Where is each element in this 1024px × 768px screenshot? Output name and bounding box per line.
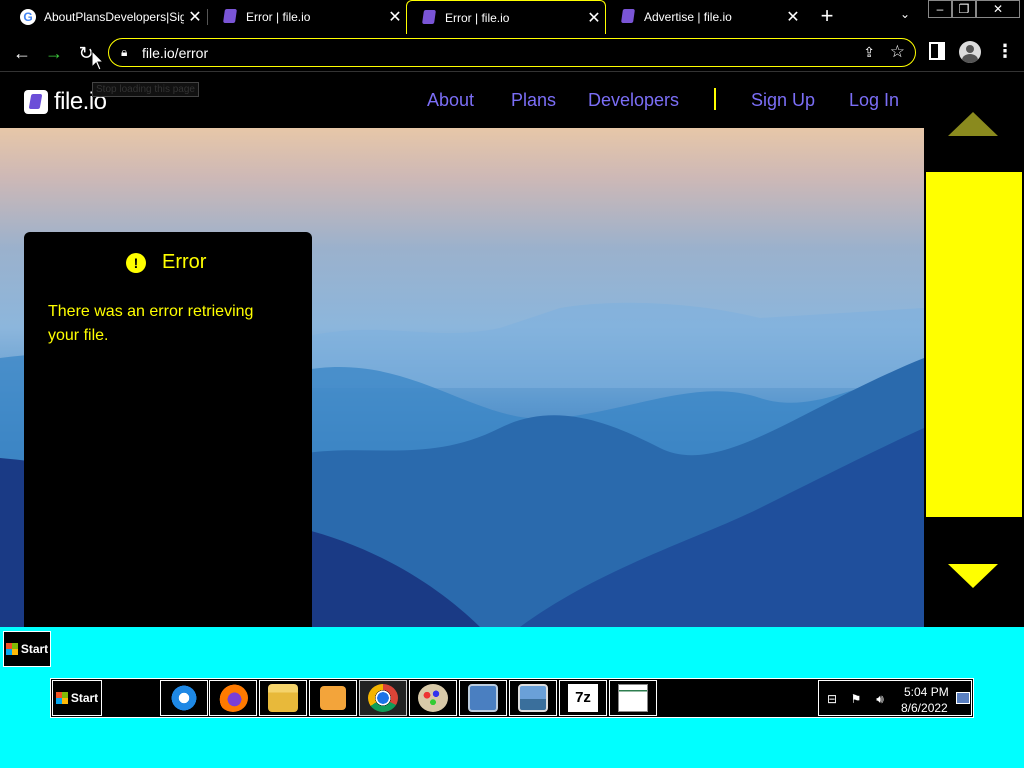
nav-divider xyxy=(714,88,716,110)
tab-title: Error | file.io xyxy=(445,10,510,25)
mountain-background: ! Error There was an error retrieving yo… xyxy=(0,128,924,627)
profile-avatar-icon[interactable] xyxy=(959,41,981,63)
media-player-icon[interactable] xyxy=(309,680,357,716)
bookmark-star-icon[interactable]: ☆ xyxy=(890,42,905,62)
tab-title: AboutPlansDevelopers|Sign xyxy=(44,10,184,24)
scroll-up-arrow-icon[interactable] xyxy=(948,112,998,136)
ie-icon[interactable] xyxy=(160,680,208,716)
reload-tooltip: Stop loading this page xyxy=(92,82,199,97)
system-tray: ⊟ ⚑ 🔊︎ 5:04 PM 8/6/2022 xyxy=(818,680,972,716)
fileio-icon xyxy=(222,9,238,25)
chrome-icon[interactable] xyxy=(359,680,407,716)
file-explorer-icon[interactable] xyxy=(259,680,307,716)
browser-toolbar: ← → ↻ 🔒︎ file.io/error ⇪ ☆ xyxy=(0,34,1024,72)
fileio-icon xyxy=(620,9,636,25)
start-label: Start xyxy=(70,691,99,705)
tab-error-1[interactable]: Error | file.io ✕ xyxy=(208,0,406,34)
forward-button[interactable]: → xyxy=(41,40,67,66)
tab-strip: G AboutPlansDevelopers|Sign ✕ Error | fi… xyxy=(0,0,1024,34)
start-button[interactable]: Start xyxy=(52,680,102,716)
tab-title: Error | file.io xyxy=(246,10,311,24)
back-button[interactable]: ← xyxy=(9,40,35,66)
notepad-icon[interactable] xyxy=(609,680,657,716)
tab-aboutplans[interactable]: G AboutPlansDevelopers|Sign ✕ xyxy=(6,0,206,34)
error-message: There was an error retrieving your file. xyxy=(48,303,254,344)
close-window-button[interactable]: ✕ xyxy=(976,0,1020,18)
site-header: file.io About Plans Developers Sign Up L… xyxy=(0,72,924,128)
browser-window: G AboutPlansDevelopers|Sign ✕ Error | fi… xyxy=(0,0,1024,627)
nav-about[interactable]: About xyxy=(427,90,474,111)
tab-close-icon[interactable]: ✕ xyxy=(184,7,206,27)
tab-search-button[interactable]: ⌄ xyxy=(896,7,914,25)
nav-sign-up[interactable]: Sign Up xyxy=(751,90,815,111)
error-title: Error xyxy=(162,251,207,273)
mouse-cursor-icon xyxy=(91,49,105,72)
warning-icon: ! xyxy=(126,253,146,273)
google-icon: G xyxy=(20,9,36,25)
start-label: Start xyxy=(20,642,49,656)
photo-viewer-icon[interactable] xyxy=(509,680,557,716)
side-panel-icon[interactable] xyxy=(929,42,945,60)
url-text[interactable]: file.io/error xyxy=(142,45,208,61)
7zip-icon[interactable]: 7z xyxy=(559,680,607,716)
nav-developers[interactable]: Developers xyxy=(588,90,679,111)
kebab-menu-icon[interactable]: ⋮ xyxy=(996,41,1014,65)
new-tab-button[interactable]: + xyxy=(815,4,839,28)
tab-close-icon[interactable]: ✕ xyxy=(384,7,406,27)
tab-close-icon[interactable]: ✕ xyxy=(782,7,804,27)
firefox-icon[interactable] xyxy=(209,680,257,716)
control-panel-icon[interactable] xyxy=(459,680,507,716)
nav-plans[interactable]: Plans xyxy=(511,90,556,111)
clock-time[interactable]: 5:04 PM xyxy=(904,685,949,699)
share-icon[interactable]: ⇪ xyxy=(863,44,875,61)
paint-icon[interactable] xyxy=(409,680,457,716)
show-desktop-icon[interactable] xyxy=(956,692,970,704)
network-icon[interactable]: ⊟ xyxy=(825,692,839,706)
scroll-down-arrow-icon[interactable] xyxy=(948,564,998,588)
error-card: ! Error There was an error retrieving yo… xyxy=(24,232,312,627)
minimize-button[interactable]: – xyxy=(928,0,952,18)
tab-title: Advertise | file.io xyxy=(644,10,732,24)
nav-log-in[interactable]: Log In xyxy=(849,90,899,111)
tab-error-active[interactable]: Error | file.io ✕ xyxy=(406,0,606,34)
fileio-icon xyxy=(421,9,437,26)
volume-icon[interactable]: 🔊︎ xyxy=(873,692,887,706)
page-scrollbar[interactable] xyxy=(924,72,1024,627)
taskbar: Start 7z ⊟ ⚑ 🔊︎ 5:04 PM 8/6/2022 xyxy=(50,678,974,718)
tab-advertise[interactable]: Advertise | file.io ✕ xyxy=(606,0,804,34)
scrollbar-thumb[interactable] xyxy=(926,172,1022,517)
lock-icon[interactable]: 🔒︎ xyxy=(121,45,127,60)
action-center-flag-icon[interactable]: ⚑ xyxy=(849,692,863,706)
restore-button[interactable]: ❐ xyxy=(952,0,976,18)
windows-logo-icon xyxy=(5,643,18,655)
windows-logo-icon xyxy=(55,692,68,704)
address-bar[interactable]: 🔒︎ file.io/error ⇪ ☆ xyxy=(108,38,916,67)
fileio-logo-icon xyxy=(24,90,48,114)
tab-close-icon[interactable]: ✕ xyxy=(583,8,605,28)
clock-date[interactable]: 8/6/2022 xyxy=(901,701,948,715)
web-page: ! Error There was an error retrieving yo… xyxy=(0,72,924,627)
desktop-start-button[interactable]: Start xyxy=(3,631,51,667)
